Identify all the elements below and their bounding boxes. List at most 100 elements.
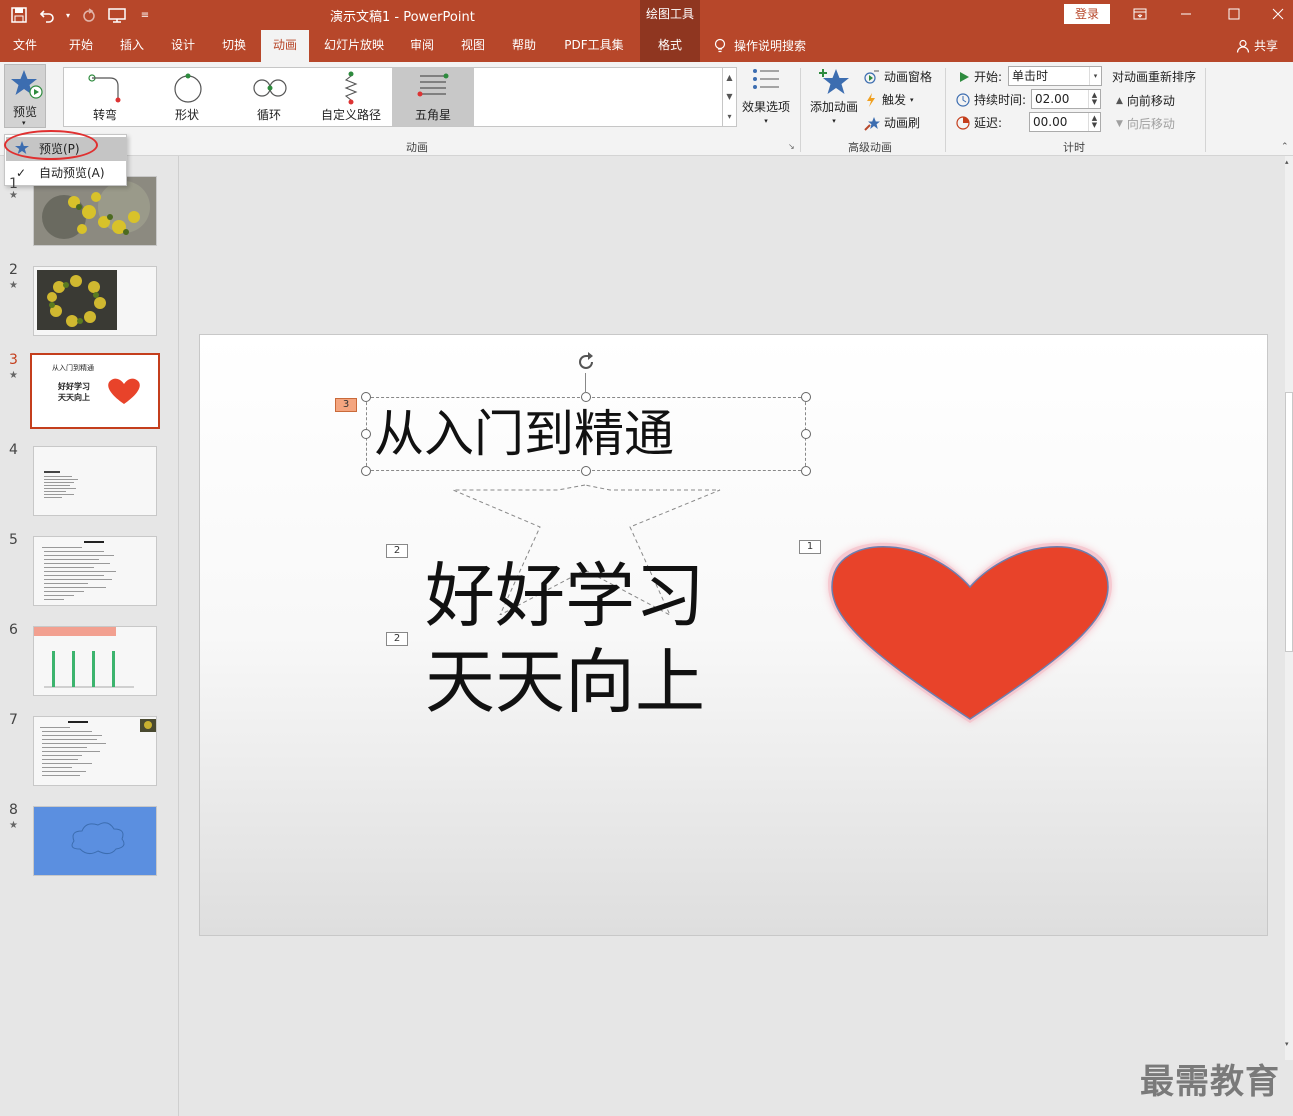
slide-thumb-5[interactable] xyxy=(33,536,157,606)
resize-handle-tr[interactable] xyxy=(801,392,811,402)
duration-label-wrap: 持续时间: xyxy=(956,91,1026,108)
duration-spin-icon[interactable]: ▲ ▼ xyxy=(1088,90,1100,108)
ribbon-tabs: 文件 开始 插入 设计 切换 动画 幻灯片放映 审阅 视图 帮助 PDF工具集 … xyxy=(0,30,1293,62)
tab-transitions[interactable]: 切换 xyxy=(213,30,255,62)
animation-tag-line1[interactable]: 2 xyxy=(386,544,408,558)
gallery-scroll-down-icon[interactable]: ▼ xyxy=(726,92,732,101)
gallery-item-turn[interactable]: 转弯 xyxy=(64,68,146,126)
save-icon[interactable] xyxy=(8,4,30,26)
duration-value: 02.00 xyxy=(1035,92,1070,106)
animation-painter-button[interactable]: 动画刷 xyxy=(864,114,920,131)
preview-button[interactable]: 预览 ▾ xyxy=(4,64,46,128)
move-earlier-button[interactable]: ▲ 向前移动 xyxy=(1116,92,1175,109)
delay-spin-icon[interactable]: ▲ ▼ xyxy=(1088,113,1100,131)
slide-title-text[interactable]: 从入门到精通 xyxy=(374,403,674,465)
gallery-item-loop[interactable]: 循环 xyxy=(228,68,310,126)
tell-me-search[interactable]: 操作说明搜索 xyxy=(714,30,806,62)
gallery-scroll-up-icon[interactable]: ▲ xyxy=(726,73,732,82)
maximize-icon[interactable] xyxy=(1214,2,1254,26)
gallery-scrollbar[interactable]: ▲ ▼ ▾ xyxy=(722,68,736,126)
slide-thumb-2[interactable] xyxy=(33,266,157,336)
delay-spinner[interactable]: 00.00 ▲ ▼ xyxy=(1029,112,1101,132)
scroll-thumb[interactable] xyxy=(1285,392,1293,652)
move-earlier-label: 向前移动 xyxy=(1126,94,1175,108)
tab-pdf-tools[interactable]: PDF工具集 xyxy=(556,30,632,62)
resize-handle-bl[interactable] xyxy=(361,466,371,476)
tab-slideshow[interactable]: 幻灯片放映 xyxy=(318,30,390,62)
delay-clock-icon xyxy=(956,115,970,130)
tab-view[interactable]: 视图 xyxy=(452,30,494,62)
redo-icon[interactable] xyxy=(78,4,100,26)
start-dropdown-icon[interactable]: ▾ xyxy=(1089,67,1101,85)
clock-icon xyxy=(956,92,970,107)
customize-qat-icon[interactable]: ≡ xyxy=(134,4,156,26)
slide-thumb-4[interactable] xyxy=(33,446,157,516)
undo-dropdown-icon[interactable]: ▾ xyxy=(64,4,72,26)
slide-canvas[interactable]: 从入门到精通 好好学习 天天向上 3 2 2 1 xyxy=(199,334,1268,936)
separator xyxy=(800,68,801,152)
gallery-item-shape[interactable]: 形状 xyxy=(146,68,228,126)
effect-options-button[interactable]: 效果选项 ▾ xyxy=(740,66,792,130)
vertical-scrollbar[interactable]: ▴ ▾ xyxy=(1285,156,1293,1060)
share-button[interactable]: 共享 xyxy=(1236,30,1278,62)
tab-animations[interactable]: 动画 xyxy=(261,30,309,62)
resize-handle-br[interactable] xyxy=(801,466,811,476)
animation-pane-button[interactable]: 动画窗格 xyxy=(864,68,932,85)
trigger-button[interactable]: 触发 ▾ xyxy=(864,91,914,108)
gallery-item-custom-path[interactable]: 自定义路径 xyxy=(310,68,392,126)
tab-design[interactable]: 设计 xyxy=(162,30,204,62)
tab-insert[interactable]: 插入 xyxy=(111,30,153,62)
slide-body-line2[interactable]: 天天向上 xyxy=(425,639,705,725)
slide-7-number: 7 xyxy=(9,712,18,728)
slide-3-anim-star: ★ xyxy=(9,370,18,381)
undo-icon[interactable] xyxy=(36,4,58,26)
rotate-handle-icon[interactable] xyxy=(575,351,597,373)
tab-review[interactable]: 审阅 xyxy=(401,30,443,62)
animation-dialog-launcher-icon[interactable]: ↘ xyxy=(788,142,795,151)
presentation-start-icon[interactable] xyxy=(106,4,128,26)
menu-item-auto-preview[interactable]: ✓ 自动预览(A) xyxy=(6,161,126,185)
animation-painter-label: 动画刷 xyxy=(884,116,921,130)
collapse-ribbon-icon[interactable]: ⌃ xyxy=(1281,142,1289,152)
thumb-5-text-lines xyxy=(34,537,156,605)
slide-thumb-1[interactable] xyxy=(33,176,157,246)
add-animation-dropdown-icon: ▾ xyxy=(832,117,836,125)
animation-tag-title[interactable]: 3 xyxy=(335,398,357,412)
separator xyxy=(1205,68,1206,152)
resize-handle-bc[interactable] xyxy=(581,466,591,476)
slide-thumbnails-pane: ★ 2 ★ 3 ★ 从入门到精通 好好学习 天天向上 4 5 6 7 8 ★ xyxy=(0,156,179,1116)
move-later-button[interactable]: ▼ 向后移动 xyxy=(1116,115,1175,132)
tab-format[interactable]: 格式 xyxy=(640,30,700,62)
resize-handle-mr[interactable] xyxy=(801,429,811,439)
resize-handle-tc[interactable] xyxy=(581,392,591,402)
lightning-icon xyxy=(867,92,875,107)
login-button[interactable]: 登录 xyxy=(1064,4,1110,24)
close-icon[interactable] xyxy=(1258,2,1293,26)
resize-handle-ml[interactable] xyxy=(361,429,371,439)
tab-home[interactable]: 开始 xyxy=(60,30,102,62)
tab-file[interactable]: 文件 xyxy=(6,30,44,62)
gallery-item-star[interactable]: 五角星 xyxy=(392,68,474,126)
add-animation-button[interactable]: 添加动画 ▾ xyxy=(806,66,862,130)
resize-handle-tl[interactable] xyxy=(361,392,371,402)
scroll-up-icon[interactable]: ▴ xyxy=(1285,158,1289,166)
highlight-annotation-circle xyxy=(4,130,98,160)
slide-thumb-3[interactable]: 从入门到精通 好好学习 天天向上 xyxy=(30,353,160,429)
heart-shape[interactable] xyxy=(818,533,1118,733)
slide-thumb-6[interactable] xyxy=(33,626,157,696)
effect-options-label: 效果选项 xyxy=(741,100,790,114)
minimize-icon[interactable] xyxy=(1166,2,1206,26)
start-select[interactable]: 单击时 ▾ xyxy=(1008,66,1102,86)
tab-help[interactable]: 帮助 xyxy=(503,30,545,62)
slide-thumb-7[interactable] xyxy=(33,716,157,786)
slide-body-line1[interactable]: 好好学习 xyxy=(425,553,705,639)
slide-thumb-8[interactable] xyxy=(33,806,157,876)
menu-item-auto-preview-label: 自动预览(A) xyxy=(39,166,105,180)
group-label-animation: 动画 xyxy=(406,141,428,154)
animation-tag-line2[interactable]: 2 xyxy=(386,632,408,646)
duration-spinner[interactable]: 02.00 ▲ ▼ xyxy=(1031,89,1101,109)
scroll-down-icon[interactable]: ▾ xyxy=(1285,1040,1289,1048)
ribbon-display-options-icon[interactable] xyxy=(1120,2,1160,26)
add-animation-label: 添加动画 xyxy=(809,100,858,114)
gallery-more-icon[interactable]: ▾ xyxy=(727,112,731,121)
